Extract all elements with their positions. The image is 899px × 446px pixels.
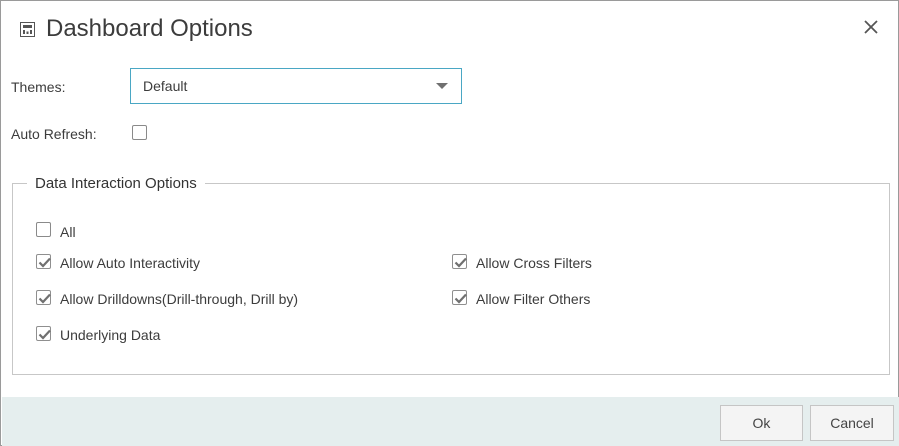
data-interaction-options-group	[12, 183, 890, 375]
themes-select[interactable]: Default	[130, 68, 462, 104]
auto-refresh-label: Auto Refresh:	[11, 126, 97, 142]
filter-others-checkbox[interactable]	[452, 290, 467, 305]
filter-others-label: Allow Filter Others	[476, 291, 591, 307]
underlying-data-label: Underlying Data	[60, 327, 161, 343]
themes-label: Themes:	[11, 79, 66, 95]
data-interaction-options-legend: Data Interaction Options	[27, 175, 205, 193]
dashboard-icon	[20, 22, 35, 37]
cross-filters-label: Allow Cross Filters	[476, 255, 592, 271]
all-checkbox[interactable]	[36, 222, 51, 237]
ok-button[interactable]: Ok	[720, 405, 803, 441]
all-label: All	[60, 224, 76, 240]
dashboard-options-dialog: Dashboard Options Themes: Default Auto R…	[0, 0, 899, 446]
auto-interactivity-label: Allow Auto Interactivity	[60, 255, 201, 271]
drilldowns-label: Allow Drilldowns(Drill-through, Drill by…	[60, 291, 299, 307]
underlying-data-checkbox[interactable]	[36, 326, 51, 341]
dialog-title: Dashboard Options	[46, 15, 253, 42]
chevron-down-icon	[436, 83, 448, 89]
themes-selected-value: Default	[143, 78, 188, 94]
auto-refresh-checkbox[interactable]	[132, 125, 147, 140]
close-icon[interactable]	[861, 17, 881, 37]
auto-interactivity-checkbox[interactable]	[36, 254, 51, 269]
cancel-button[interactable]: Cancel	[810, 405, 894, 441]
drilldowns-checkbox[interactable]	[36, 290, 51, 305]
cross-filters-checkbox[interactable]	[452, 254, 467, 269]
